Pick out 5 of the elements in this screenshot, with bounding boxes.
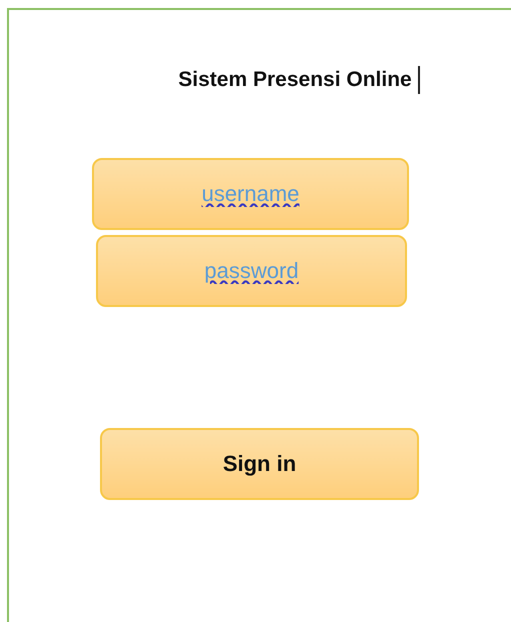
app-title: Sistem Presensi Online — [178, 68, 412, 92]
text-cursor — [418, 66, 420, 94]
input-field[interactable]: username — [92, 158, 409, 230]
sign-in-button[interactable]: Sign in — [100, 428, 419, 500]
input-field[interactable]: password — [96, 235, 407, 307]
